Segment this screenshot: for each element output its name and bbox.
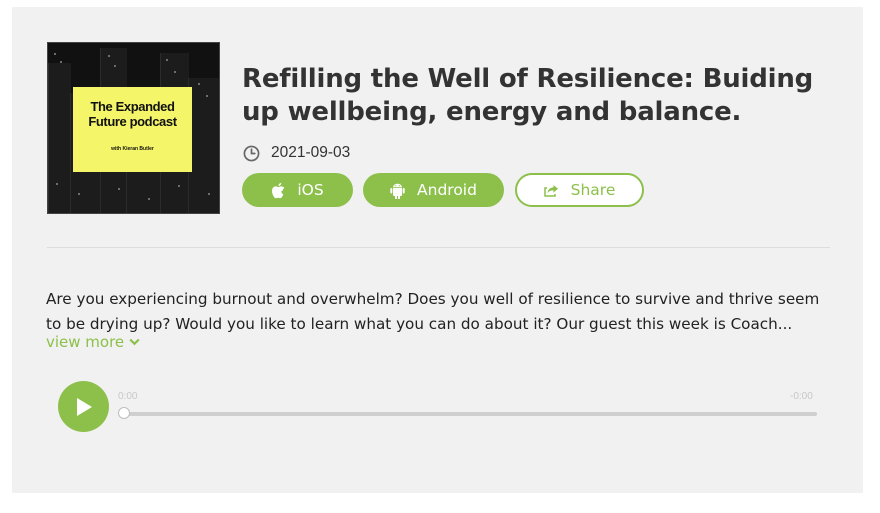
episode-title: Refilling the Well of Resilience: Buidin…	[242, 64, 814, 127]
android-button[interactable]: Android	[363, 173, 504, 207]
episode-date: 2021-09-03	[271, 144, 351, 161]
episode-card: The Expanded Future podcast with Kieran …	[12, 7, 863, 493]
episode-date-row: 2021-09-03	[243, 143, 350, 163]
ios-button[interactable]: iOS	[242, 173, 353, 207]
play-button[interactable]	[58, 381, 109, 432]
divider	[47, 247, 830, 248]
clock-icon	[243, 145, 260, 161]
chevron-down-icon	[129, 338, 140, 346]
podcast-cover-image: The Expanded Future podcast with Kieran …	[47, 42, 220, 214]
remaining-time: -0:00	[790, 391, 813, 402]
android-button-label: Android	[417, 181, 477, 199]
progress-handle[interactable]	[118, 407, 130, 419]
share-icon	[543, 184, 558, 197]
share-button[interactable]: Share	[515, 173, 644, 207]
android-icon	[390, 183, 405, 199]
view-more-label: view more	[46, 333, 125, 351]
cover-subtitle: with Kieran Butler	[111, 146, 154, 152]
share-button-label: Share	[570, 181, 616, 199]
ios-button-label: iOS	[297, 181, 324, 199]
cover-sticky-note: The Expanded Future podcast with Kieran …	[73, 87, 192, 172]
play-icon	[76, 397, 92, 416]
cover-title: The Expanded Future podcast	[88, 99, 177, 129]
progress-track[interactable]	[125, 412, 817, 416]
episode-description: Are you experiencing burnout and overwhe…	[46, 290, 820, 333]
apple-icon	[272, 182, 285, 198]
view-more-link[interactable]: view more	[46, 333, 140, 351]
current-time: 0:00	[118, 391, 138, 402]
